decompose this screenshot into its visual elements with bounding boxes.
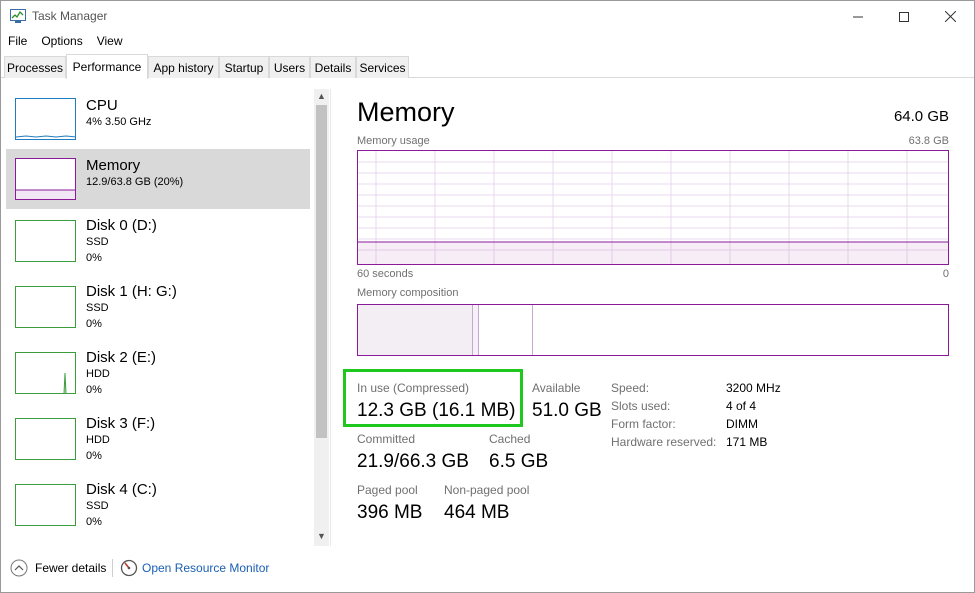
memory-composition-bar [357, 304, 949, 356]
composition-standby[interactable] [479, 305, 533, 355]
menu-view[interactable]: View [90, 32, 130, 52]
close-button[interactable] [927, 1, 973, 32]
menu-bar: File Options View [1, 32, 130, 52]
memory-usage-graph [357, 150, 949, 265]
page-title: Memory [357, 97, 455, 127]
sidebar-item-usage: 0% [86, 384, 102, 396]
sidebar-item-disk-0[interactable]: Disk 0 (D:) SSD 0% [6, 209, 310, 269]
in-use-value: 12.3 GB (16.1 MB) [357, 400, 516, 421]
committed-label: Committed [357, 432, 416, 446]
hardware-reserved-label: Hardware reserved: [611, 435, 717, 449]
memory-usage-max: 63.8 GB [908, 135, 949, 147]
window-title: Task Manager [32, 9, 108, 23]
disk-thumbnail-graph [15, 418, 76, 460]
sidebar-item-type: SSD [86, 500, 109, 512]
maximize-button[interactable] [881, 1, 927, 32]
sidebar-item-detail: 4% 3.50 GHz [86, 116, 152, 128]
menu-file[interactable]: File [1, 32, 34, 52]
tab-processes[interactable]: Processes [4, 56, 66, 78]
footer-divider [112, 559, 113, 577]
chevron-up-circle-icon[interactable] [10, 559, 28, 577]
hardware-reserved-value: 171 MB [726, 435, 768, 449]
memory-usage-label: Memory usage [357, 135, 430, 147]
sidebar-item-cpu[interactable]: CPU 4% 3.50 GHz [6, 89, 310, 149]
memory-panel: Memory 64.0 GB Memory usage 63.8 GB 60 s… [343, 89, 952, 529]
sidebar-item-disk-3[interactable]: Disk 3 (F:) HDD 0% [6, 407, 310, 467]
minimize-button[interactable] [835, 1, 881, 32]
minimize-icon [853, 16, 863, 17]
committed-value: 21.9/66.3 GB [357, 451, 469, 472]
scroll-down-icon[interactable]: ▼ [317, 531, 326, 541]
composition-in-use[interactable] [358, 305, 473, 355]
sidebar-item-disk-2[interactable]: Disk 2 (E:) HDD 0% [6, 341, 310, 401]
sidebar-item-label: Disk 0 (D:) [86, 217, 157, 234]
resource-sidebar: CPU 4% 3.50 GHz Memory 12.9/63.8 GB (20%… [1, 89, 331, 546]
sidebar-item-disk-4[interactable]: Disk 4 (C:) SSD 0% [6, 473, 310, 533]
tab-users[interactable]: Users [269, 56, 310, 78]
in-use-label: In use (Compressed) [357, 381, 470, 395]
graph-time-right: 0 [942, 268, 949, 280]
tab-app-history[interactable]: App history [148, 56, 219, 78]
sidebar-item-label: Disk 3 (F:) [86, 415, 156, 432]
tab-startup[interactable]: Startup [219, 56, 269, 78]
tab-performance[interactable]: Performance [66, 54, 148, 79]
close-icon [944, 11, 956, 22]
sidebar-scrollbar[interactable]: ▲ ▼ [314, 89, 329, 546]
tab-services[interactable]: Services [356, 56, 409, 78]
memory-total: 64.0 GB [893, 108, 949, 125]
disk-thumbnail-graph [15, 286, 76, 328]
sidebar-item-usage: 0% [86, 516, 102, 528]
sidebar-item-usage: 0% [86, 252, 102, 264]
sidebar-item-type: SSD [86, 302, 109, 314]
open-resource-monitor-link[interactable]: Open Resource Monitor [142, 561, 269, 575]
title-bar: Task Manager [1, 1, 974, 32]
sidebar-item-usage: 0% [86, 318, 102, 330]
fewer-details-link[interactable]: Fewer details [35, 561, 106, 575]
sidebar-item-type: SSD [86, 236, 109, 248]
form-factor-label: Form factor: [611, 417, 676, 431]
sidebar-item-type: HDD [86, 434, 110, 446]
maximize-icon [899, 11, 909, 22]
speed-label: Speed: [611, 381, 650, 395]
form-factor-value: DIMM [726, 417, 758, 431]
non-paged-pool-value: 464 MB [444, 502, 510, 523]
tab-strip: Processes Performance App history Startu… [1, 54, 974, 79]
cached-label: Cached [489, 432, 531, 446]
disk-thumbnail-graph [15, 484, 76, 526]
sidebar-item-usage: 0% [86, 450, 102, 462]
sidebar-item-disk-1[interactable]: Disk 1 (H: G:) SSD 0% [6, 275, 310, 335]
cpu-thumbnail-graph [15, 98, 76, 140]
task-manager-window: Task Manager File Options View Processes… [0, 0, 975, 593]
tab-details[interactable]: Details [310, 56, 356, 78]
available-label: Available [532, 381, 581, 395]
sidebar-item-label: Disk 1 (H: G:) [86, 283, 177, 300]
memory-usage-grid [358, 151, 948, 264]
footer-bar: Fewer details Open Resource Monitor [1, 555, 974, 583]
menu-options[interactable]: Options [34, 32, 89, 52]
disk-thumbnail-graph [15, 352, 76, 394]
resource-monitor-icon [120, 559, 138, 577]
sidebar-item-label: Disk 2 (E:) [86, 349, 157, 366]
memory-thumbnail-graph [15, 158, 76, 200]
memory-composition-label: Memory composition [357, 287, 459, 299]
sidebar-item-label: CPU [86, 97, 118, 114]
sidebar-item-memory[interactable]: Memory 12.9/63.8 GB (20%) [6, 149, 310, 209]
sidebar-item-type: HDD [86, 368, 110, 380]
task-manager-icon [10, 9, 26, 23]
available-value: 51.0 GB [532, 400, 602, 421]
slots-used-label: Slots used: [611, 399, 671, 413]
paged-pool-value: 396 MB [357, 502, 423, 523]
disk-thumbnail-graph [15, 220, 76, 262]
scrollbar-thumb[interactable] [316, 105, 327, 438]
non-paged-pool-label: Non-paged pool [444, 483, 530, 497]
sidebar-item-label: Memory [86, 157, 141, 174]
sidebar-item-label: Disk 4 (C:) [86, 481, 157, 498]
slots-used-value: 4 of 4 [726, 399, 757, 413]
speed-value: 3200 MHz [726, 381, 781, 395]
cached-value: 6.5 GB [489, 451, 549, 472]
sidebar-item-detail: 12.9/63.8 GB (20%) [86, 176, 184, 188]
scroll-up-icon[interactable]: ▲ [317, 91, 326, 101]
paged-pool-label: Paged pool [357, 483, 418, 497]
graph-time-left: 60 seconds [357, 268, 414, 280]
